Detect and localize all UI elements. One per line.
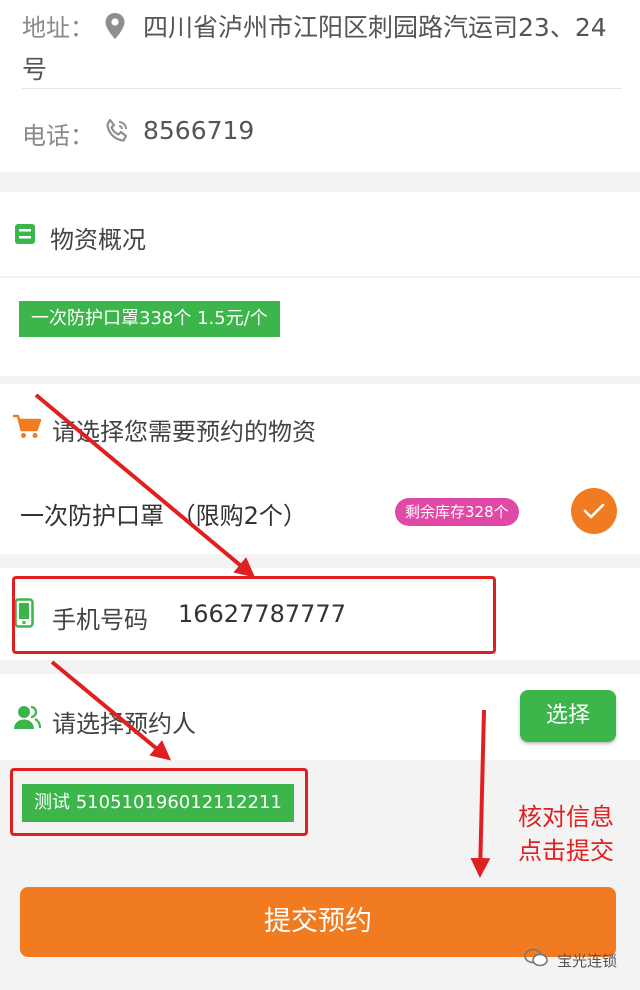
annotation-line1: 核对信息 (518, 803, 614, 831)
arrow-to-phone (34, 393, 256, 578)
watermark: 宝光连锁 (524, 948, 617, 974)
arrow-to-person (50, 660, 172, 761)
annotation-note: 核对信息 点击提交 (518, 800, 614, 868)
watermark-text: 宝光连锁 (557, 951, 618, 970)
wechat-icon (524, 948, 548, 972)
annotation-line2: 点击提交 (518, 837, 614, 865)
arrow-to-submit (470, 709, 491, 878)
